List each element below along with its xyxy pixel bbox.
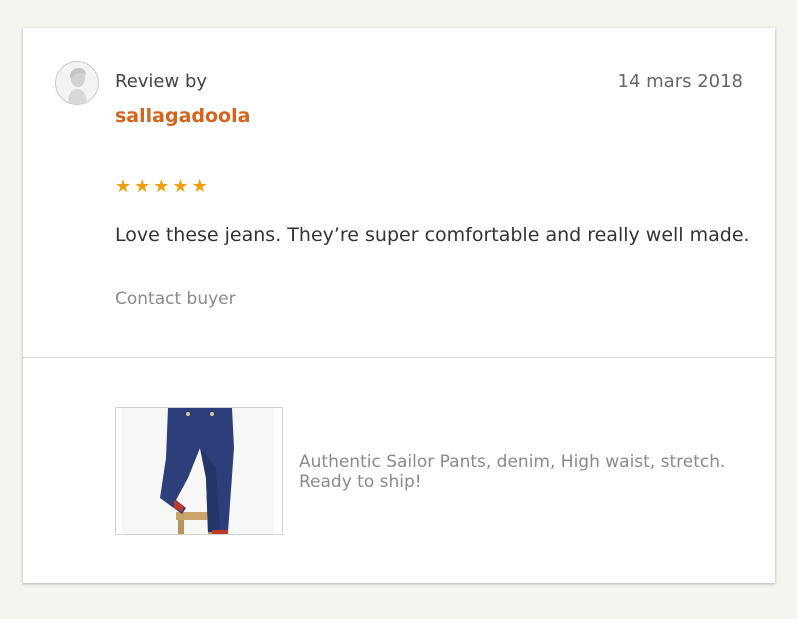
contact-buyer-link[interactable]: Contact buyer — [115, 289, 236, 309]
review-text: Love these jeans. They’re super comforta… — [115, 224, 750, 246]
listing-thumbnail[interactable] — [115, 407, 283, 535]
review-card: Review by sallagadoola 14 mars 2018 ★ ★ ★ ★… — [23, 28, 775, 583]
user-avatar-icon[interactable] — [55, 61, 99, 105]
listing-title-link[interactable]: Authentic Sailor Pants, denim, High wais… — [299, 452, 759, 492]
star-icon: ★ — [191, 176, 209, 197]
divider — [23, 357, 775, 358]
star-icon: ★ — [172, 176, 190, 197]
star-icon: ★ — [153, 176, 171, 197]
review-date: 14 mars 2018 — [617, 71, 744, 92]
reviewer-username-link[interactable]: sallagadoola — [115, 105, 250, 127]
star-icon: ★ — [134, 176, 152, 197]
star-icon: ★ — [115, 176, 133, 197]
star-rating: ★ ★ ★ ★ ★ — [115, 176, 211, 197]
review-by-label: Review by — [115, 71, 208, 92]
